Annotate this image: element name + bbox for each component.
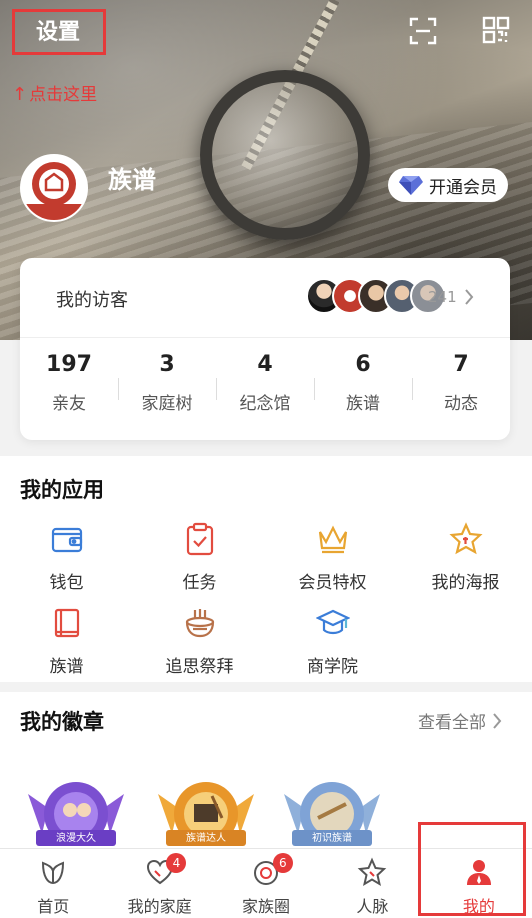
tab-connections[interactable]: 人脉 (319, 849, 425, 918)
wallet-icon (51, 527, 82, 553)
stat-value: 4 (257, 352, 273, 377)
app-vip-privileges[interactable]: 会员特权 (266, 522, 399, 593)
my-apps-title: 我的应用 (20, 478, 104, 502)
app-label: 钱包 (49, 573, 84, 593)
clipboard-check-icon (186, 522, 213, 556)
visitors-row[interactable]: 我的访客 241 (20, 258, 510, 338)
stats-card: 我的访客 241 197 亲友 3 家庭树 4 纪念馆 6 族谱 7 动态 (20, 258, 510, 440)
tab-mine[interactable]: 我的 (426, 849, 532, 918)
arrow-up-icon: ↑ (12, 84, 28, 105)
family-crest-logo (22, 157, 86, 220)
stat-family-tree[interactable]: 3 家庭树 (118, 348, 216, 428)
stat-posts[interactable]: 7 动态 (412, 348, 510, 428)
app-genealogy[interactable]: 族谱 (0, 606, 133, 677)
highlight-box-settings (12, 9, 106, 55)
notification-badge: 4 (166, 853, 187, 873)
app-label: 族谱 (49, 657, 84, 677)
app-label: 追思祭拜 (165, 657, 234, 677)
book-icon (54, 608, 79, 638)
tab-label: 家族圈 (242, 897, 291, 916)
tab-my-family[interactable]: 4 我的家庭 (106, 849, 212, 918)
star-poster-icon (448, 522, 483, 555)
graduation-cap-icon (315, 609, 350, 635)
tab-label: 我的家庭 (127, 897, 192, 916)
tab-label: 我的 (462, 897, 495, 916)
avatar[interactable] (20, 154, 88, 222)
my-apps-section: 我的应用 钱包 任务 会员特权 我的海报 族谱 追思祭拜 商学院 (0, 456, 532, 682)
stat-memorial[interactable]: 4 纪念馆 (216, 348, 314, 428)
open-vip-button[interactable]: 开通会员 (388, 168, 508, 202)
stat-label: 动态 (444, 394, 478, 414)
home-leaf-icon (42, 861, 65, 885)
hint-text: 点击这里 (29, 85, 98, 105)
stat-value: 6 (355, 352, 371, 377)
visitors-label: 我的访客 (56, 290, 128, 311)
hint-annotation: ↑ 点击这里 (12, 80, 97, 105)
view-all-label: 查看全部 (418, 713, 486, 733)
badge-item[interactable]: 初识族谱 (280, 774, 384, 848)
scan-icon[interactable] (408, 16, 438, 46)
badge-caption: 初识族谱 (312, 833, 352, 844)
profile-name: 族谱 (108, 166, 156, 194)
notification-badge: 6 (272, 853, 293, 873)
app-memorial-worship[interactable]: 追思祭拜 (133, 606, 266, 677)
stat-friends[interactable]: 197 亲友 (20, 348, 118, 428)
app-business-school[interactable]: 商学院 (266, 606, 399, 677)
tab-label: 首页 (37, 897, 70, 916)
star-icon (358, 857, 387, 887)
badge-caption: 浪漫大久 (56, 833, 96, 844)
app-label: 任务 (182, 573, 217, 593)
bottom-tab-bar: 首页 4 我的家庭 6 家族圈 人脉 我的 (0, 848, 532, 918)
stat-genealogy[interactable]: 6 族谱 (314, 348, 412, 428)
visitors-count: 241 (428, 288, 457, 306)
app-label: 会员特权 (298, 573, 367, 593)
incense-bowl-icon (185, 609, 214, 638)
tab-family-circle[interactable]: 6 家族圈 (213, 849, 319, 918)
app-wallet[interactable]: 钱包 (0, 522, 133, 593)
app-my-poster[interactable]: 我的海报 (399, 522, 532, 593)
my-badges-title: 我的徽章 (20, 710, 104, 734)
stats-row: 197 亲友 3 家庭树 4 纪念馆 6 族谱 7 动态 (20, 348, 510, 428)
stat-value: 7 (453, 352, 469, 377)
stat-value: 197 (46, 352, 92, 377)
stat-label: 亲友 (52, 394, 86, 414)
stat-label: 纪念馆 (239, 394, 291, 414)
tab-label: 人脉 (356, 897, 389, 916)
badge-item[interactable]: 浪漫大久 (24, 774, 128, 848)
person-icon (466, 860, 491, 885)
stat-label: 族谱 (346, 394, 380, 414)
my-badges-section: 我的徽章 查看全部 浪漫大久 族谱达人 初识族谱 (0, 692, 532, 852)
app-tasks[interactable]: 任务 (133, 522, 266, 593)
badge-item[interactable]: 族谱达人 (154, 774, 258, 848)
view-all-badges-link[interactable]: 查看全部 (418, 708, 502, 733)
chevron-right-icon (465, 289, 474, 305)
stat-value: 3 (159, 352, 175, 377)
chevron-right-icon (493, 712, 502, 729)
diamond-icon (399, 176, 423, 195)
qr-code-icon[interactable] (482, 16, 510, 44)
magnifier-decoration (200, 70, 370, 240)
app-label: 商学院 (307, 657, 358, 677)
crown-icon (318, 525, 347, 554)
badge-caption: 族谱达人 (186, 833, 226, 844)
vip-button-label: 开通会员 (429, 177, 497, 198)
stat-label: 家庭树 (141, 394, 193, 414)
visitor-avatars (306, 278, 446, 314)
top-bar: 设置 (0, 0, 532, 64)
tab-home[interactable]: 首页 (0, 849, 106, 918)
app-label: 我的海报 (431, 573, 500, 593)
